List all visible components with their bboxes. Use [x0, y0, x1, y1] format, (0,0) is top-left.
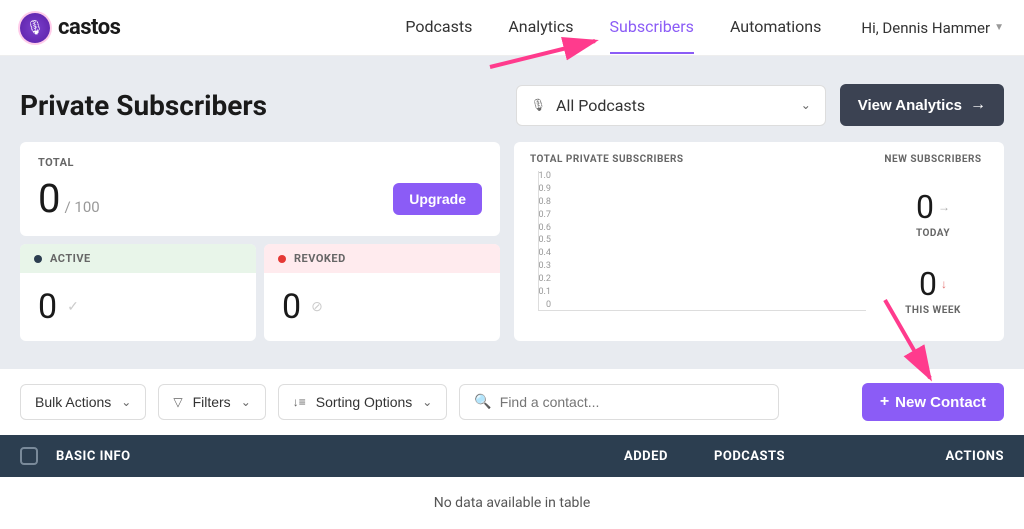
sorting-label: Sorting Options [316, 394, 413, 410]
user-menu[interactable]: Hi, Dennis Hammer ▼ [861, 19, 1004, 37]
plus-icon: + [880, 393, 889, 411]
sorting-button[interactable]: ↓≡ Sorting Options ⌄ [278, 384, 448, 420]
total-card: TOTAL 0 / 100 Upgrade [20, 142, 500, 236]
col-basic-info[interactable]: BASIC INFO [56, 449, 624, 464]
nav-podcasts[interactable]: Podcasts [405, 17, 472, 54]
active-label: ACTIVE [50, 252, 91, 265]
new-subs-week: 0 ↓ THIS WEEK [878, 252, 988, 329]
total-limit: / 100 [64, 198, 99, 216]
nav-analytics[interactable]: Analytics [508, 17, 573, 54]
chart-y-axis: 1.0 0.9 0.8 0.7 0.6 0.5 0.4 0.3 0.2 0.1 … [531, 171, 551, 310]
search-icon: 🔍 [474, 394, 491, 410]
revoked-label: REVOKED [294, 252, 346, 265]
upgrade-button[interactable]: Upgrade [393, 183, 482, 215]
view-analytics-label: View Analytics [858, 97, 962, 114]
main-nav: Podcasts Analytics Subscribers Automatio… [405, 17, 821, 38]
table-empty-message: No data available in table [0, 477, 1024, 529]
new-subs-today: 0 → TODAY [878, 175, 988, 252]
chevron-down-icon: ⌄ [422, 395, 432, 409]
page-title: Private Subscribers [20, 89, 502, 122]
nav-automations[interactable]: Automations [730, 17, 821, 54]
search-input[interactable] [500, 394, 765, 410]
filter-icon: ▽ [173, 395, 182, 409]
arrow-down-icon: ↓ [941, 277, 947, 291]
col-actions: ACTIONS [914, 449, 1004, 464]
chevron-down-icon: ⌄ [241, 395, 251, 409]
subscribers-chart: TOTAL PRIVATE SUBSCRIBERS 1.0 0.9 0.8 0.… [530, 154, 866, 329]
podcast-selector-text: All Podcasts [556, 96, 791, 115]
chevron-down-icon: ⌄ [801, 98, 811, 112]
logo-icon: 🎙 [20, 13, 50, 43]
view-analytics-button[interactable]: View Analytics → [840, 84, 1004, 126]
status-dot-icon [34, 255, 42, 263]
bulk-actions-button[interactable]: Bulk Actions ⌄ [20, 384, 146, 420]
today-label: TODAY [878, 228, 988, 239]
col-podcasts[interactable]: PODCASTS [714, 449, 914, 464]
select-all-checkbox[interactable] [20, 447, 38, 465]
chevron-down-icon: ▼ [994, 22, 1004, 33]
chart-title: TOTAL PRIVATE SUBSCRIBERS [530, 154, 866, 165]
revoked-value: 0 [282, 287, 301, 327]
total-value: 0 [38, 175, 60, 222]
week-label: THIS WEEK [878, 305, 988, 316]
active-card: ACTIVE 0 ✓ [20, 244, 256, 341]
bulk-actions-label: Bulk Actions [35, 394, 111, 410]
logo[interactable]: 🎙 castos [20, 13, 120, 43]
arrow-right-icon: → [970, 96, 986, 114]
active-value: 0 [38, 287, 57, 327]
new-contact-button[interactable]: + New Contact [862, 383, 1004, 421]
filters-label: Filters [193, 394, 231, 410]
brand-name: castos [58, 15, 120, 40]
new-subs-title: NEW SUBSCRIBERS [878, 154, 988, 165]
total-label: TOTAL [38, 156, 482, 169]
sort-icon: ↓≡ [293, 395, 306, 409]
week-value: 0 [919, 265, 937, 303]
new-contact-label: New Contact [895, 394, 986, 411]
nav-subscribers[interactable]: Subscribers [610, 17, 694, 54]
search-box[interactable]: 🔍 [459, 384, 779, 420]
podcast-selector[interactable]: 🎙 All Podcasts ⌄ [516, 85, 826, 126]
microphone-icon: 🎙 [531, 98, 546, 112]
status-dot-icon [278, 255, 286, 263]
check-icon: ✓ [67, 299, 79, 315]
user-greeting-text: Hi, Dennis Hammer [861, 19, 990, 37]
revoked-card: REVOKED 0 ⊘ [264, 244, 500, 341]
filters-button[interactable]: ▽ Filters ⌄ [158, 384, 265, 420]
today-value: 0 [916, 188, 934, 226]
arrow-right-icon: → [938, 200, 950, 214]
col-added[interactable]: ADDED [624, 449, 714, 464]
table-header: BASIC INFO ADDED PODCASTS ACTIONS [0, 435, 1024, 477]
chevron-down-icon: ⌄ [121, 395, 131, 409]
blocked-icon: ⊘ [311, 299, 323, 315]
